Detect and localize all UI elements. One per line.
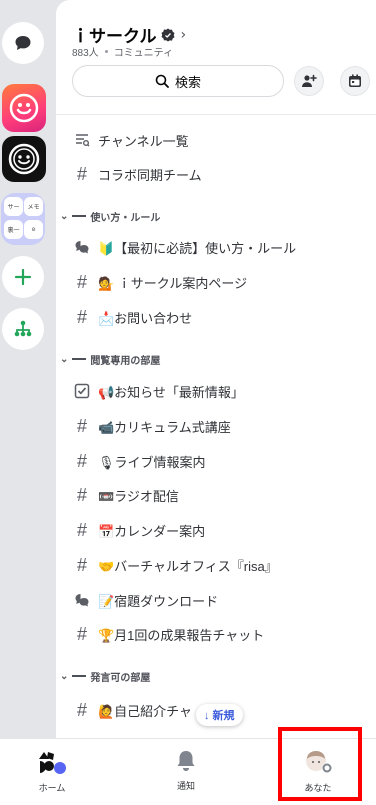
highlight-box xyxy=(278,727,362,801)
category-name: 発言可の部屋 xyxy=(90,672,151,684)
server-folder[interactable]: サー メモ 裏一 ⍝ xyxy=(1,193,45,245)
server-icon-dark[interactable] xyxy=(2,136,46,182)
channel-row-browse[interactable]: チャンネル一覧 xyxy=(72,128,189,152)
hash-icon: # xyxy=(76,519,87,540)
channel-row[interactable]: # 💁 ｉサークル案内ページ xyxy=(72,270,247,294)
channel-label: コラボ同期チーム xyxy=(98,167,202,183)
search-button[interactable]: 検索 xyxy=(72,65,284,97)
tab-notifications-label: 通知 xyxy=(176,781,195,791)
forum-icon xyxy=(72,592,92,608)
category-name: 使い方・ルール xyxy=(90,212,161,224)
channel-panel: ｉサークル › 883人 コミュニティ 検索 チャンネル一覧 # コラボ同期チー… xyxy=(56,0,376,738)
search-icon xyxy=(155,74,169,88)
channel-row[interactable]: # 🙋自己紹介チャ xyxy=(72,698,192,722)
channel-label: 🔰【最初に必読】使い方・ルール xyxy=(98,240,297,256)
channel-label: チャンネル一覧 xyxy=(98,133,189,149)
server-meta: 883人 コミュニティ xyxy=(72,44,173,59)
channel-label: 🙋自己紹介チャ xyxy=(98,703,193,719)
direct-messages-button[interactable] xyxy=(2,22,44,64)
channel-row[interactable]: # 📼ラジオ配信 xyxy=(72,483,179,507)
channel-row[interactable]: # 🎙ライブ情報案内 xyxy=(72,449,206,473)
smiley-logo-icon xyxy=(8,143,40,175)
community-badge-icon xyxy=(161,28,174,41)
hash-icon: # xyxy=(76,450,87,471)
hierarchy-icon xyxy=(14,320,32,337)
folder-server-mini: メモ xyxy=(24,197,43,216)
channel-row[interactable]: 📢お知らせ「最新情報」 xyxy=(72,379,244,403)
plus-icon xyxy=(14,268,32,286)
hash-icon: # xyxy=(76,415,87,436)
search-label: 検索 xyxy=(174,74,201,90)
channel-row[interactable]: # コラボ同期チーム xyxy=(72,162,202,186)
server-icon-isircle[interactable] xyxy=(2,84,46,132)
chevron-down-icon: ⌄ xyxy=(60,670,69,682)
server-rail: サー メモ 裏一 ⍝ xyxy=(0,0,56,738)
channel-row[interactable]: # 🏆月1回の成果報告チャット xyxy=(72,622,264,646)
server-directory-button[interactable] xyxy=(2,308,44,350)
channel-row[interactable]: 🔰【最初に必読】使い方・ルール xyxy=(72,235,296,259)
channel-row[interactable]: 📝宿題ダウンロード xyxy=(72,588,218,612)
chevron-down-icon: ⌄ xyxy=(60,210,69,222)
announcement-icon xyxy=(72,383,92,399)
header-divider xyxy=(56,114,376,115)
channel-label: 📹カリキュラム式講座 xyxy=(98,419,231,435)
separator-dot xyxy=(104,50,108,53)
channel-row[interactable]: # 📹カリキュラム式講座 xyxy=(72,414,231,438)
add-server-button[interactable] xyxy=(2,256,44,298)
bell-icon xyxy=(177,751,195,771)
channel-label: 📩お問い合わせ xyxy=(98,310,193,326)
hash-icon: # xyxy=(76,306,87,327)
channel-label: 🏆月1回の成果報告チャット xyxy=(98,627,265,643)
add-person-icon xyxy=(302,74,317,87)
server-type: コミュニティ xyxy=(113,48,174,59)
chat-bubble-icon xyxy=(15,36,31,50)
hash-icon: # xyxy=(76,623,87,644)
channel-label: 📢お知らせ「最新情報」 xyxy=(98,384,244,400)
channel-label: 📅カレンダー案内 xyxy=(98,523,206,539)
folder-server-mini: サー xyxy=(4,197,23,216)
channel-label: 📝宿題ダウンロード xyxy=(98,593,219,609)
category-dash xyxy=(72,358,87,360)
channel-label: 📼ラジオ配信 xyxy=(98,488,179,504)
hash-icon: # xyxy=(76,271,87,292)
channel-row[interactable]: # 📩お問い合わせ xyxy=(72,305,192,329)
hash-icon: # xyxy=(76,554,87,575)
category-header[interactable]: ⌄ 閲覧専用の部屋 xyxy=(60,351,160,367)
category-dash xyxy=(72,215,87,217)
hash-icon: # xyxy=(76,484,87,505)
tab-home-label: ホーム xyxy=(38,783,66,793)
category-header[interactable]: ⌄ 使い方・ルール xyxy=(60,208,160,224)
home-servers-icon xyxy=(39,752,66,774)
channel-label: 💁 ｉサークル案内ページ xyxy=(98,275,248,291)
channel-label: 🎙ライブ情報案内 xyxy=(98,454,206,470)
category-header[interactable]: ⌄ 発言可の部屋 xyxy=(60,668,150,684)
new-pill-label: ↓ 新規 xyxy=(204,710,235,722)
new-messages-pill[interactable]: ↓ 新規 xyxy=(196,704,243,726)
hash-icon: # xyxy=(76,699,87,720)
channel-row[interactable]: # 📅カレンダー案内 xyxy=(72,518,205,542)
forum-icon xyxy=(72,239,92,255)
tab-notifications[interactable]: 通知 xyxy=(156,749,216,792)
channel-label: 🤝バーチャルオフィス『risa』 xyxy=(98,558,278,574)
invite-members-button[interactable] xyxy=(294,66,324,96)
channel-list-icon xyxy=(72,132,92,148)
tab-home[interactable]: ホーム xyxy=(22,749,82,794)
folder-server-mini: ⍝ xyxy=(24,220,43,239)
category-name: 閲覧専用の部屋 xyxy=(90,355,161,367)
smiley-logo-icon xyxy=(9,93,39,123)
member-count: 883人 xyxy=(72,48,99,59)
hash-icon: # xyxy=(76,163,87,184)
category-dash xyxy=(72,675,87,677)
folder-server-mini: 裏一 xyxy=(4,220,23,239)
channel-row[interactable]: # 🤝バーチャルオフィス『risa』 xyxy=(72,553,278,577)
chevron-down-icon: ⌄ xyxy=(60,353,69,365)
app-root: サー メモ 裏一 ⍝ ｉサークル › 883人 コミュニティ 検索 チャンネル一… xyxy=(0,0,376,805)
events-button[interactable] xyxy=(340,66,370,96)
chevron-right-icon: › xyxy=(180,26,187,43)
calendar-icon xyxy=(349,74,361,87)
